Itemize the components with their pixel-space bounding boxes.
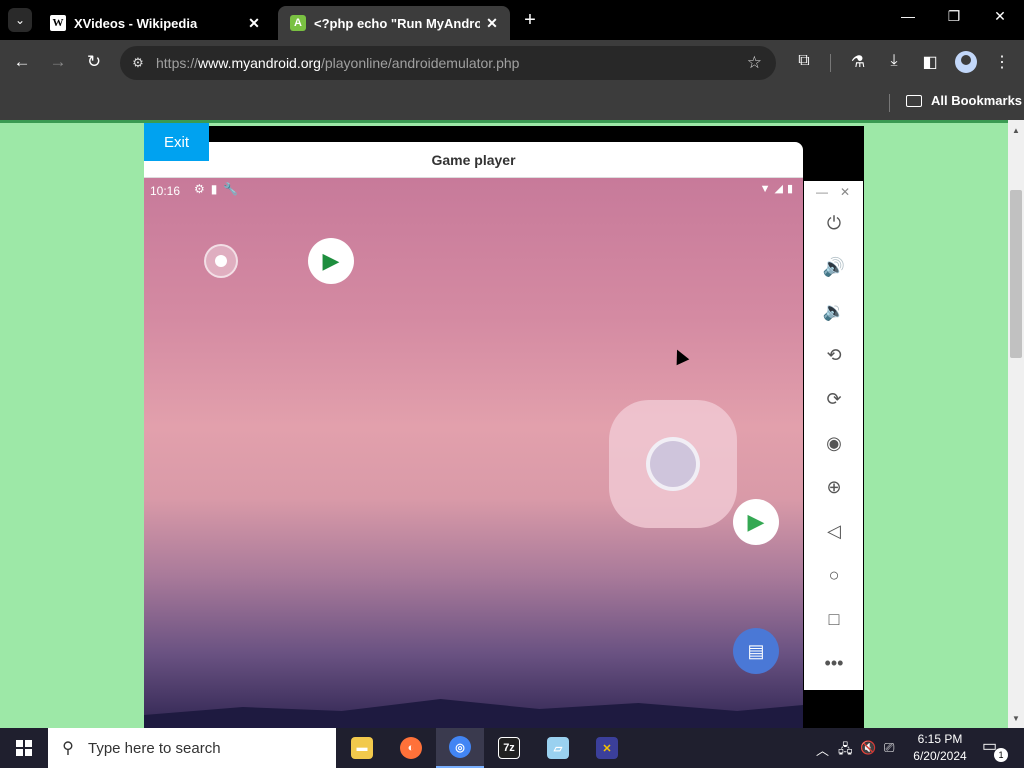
wifi-signal-battery-icon: ▼◢▮ <box>759 183 797 195</box>
side-panel-icon[interactable]: ◧ <box>918 52 942 72</box>
android-screen[interactable]: 10:16 ⚙▮🔧 ▼◢▮ ▶ ▶ ▤ <box>144 178 803 731</box>
labs-flask-icon[interactable]: ⚗ <box>846 52 870 72</box>
site-info-icon[interactable]: ⚙ <box>120 55 156 71</box>
messages-app-icon[interactable]: ▤ <box>733 628 779 674</box>
all-bookmarks-label: All Bookmarks <box>931 93 1023 108</box>
android-status-bar: 10:16 ⚙▮🔧 ▼◢▮ <box>144 178 803 202</box>
status-icons: ⚙▮🔧 <box>194 182 245 196</box>
game-player-title: Game player <box>144 142 803 178</box>
notification-center-icon[interactable]: ▭ 1 <box>982 736 1008 762</box>
scroll-down-icon[interactable]: ▼ <box>1008 710 1024 726</box>
new-tab-icon[interactable]: + <box>518 9 542 32</box>
firefox-app[interactable]: ◐ <box>387 728 435 768</box>
show-hidden-icons-icon[interactable]: ︿ <box>816 740 829 759</box>
notepad-icon: ▱ <box>547 737 569 759</box>
minimize-icon[interactable]: — <box>888 8 928 24</box>
tab-run-myandroid[interactable]: A <?php echo "Run MyAndroid" ✕ <box>278 6 510 40</box>
chrome-taskbar-app[interactable]: ◎ <box>436 728 484 768</box>
camera-icon[interactable]: ◉ <box>819 428 849 458</box>
controls-close-icon[interactable]: ✕ <box>840 185 850 199</box>
rotate-right-icon[interactable]: ⟳ <box>819 384 849 414</box>
taskbar-clock[interactable]: 6:15 PM 6/20/2024 <box>905 731 975 765</box>
clock-time: 6:15 PM <box>917 732 963 746</box>
wallpaper-hills <box>144 699 803 731</box>
back-icon[interactable]: ◁ <box>819 516 849 546</box>
all-bookmarks-button[interactable]: All Bookmarks <box>906 93 1022 108</box>
address-bar[interactable]: ⚙ https://www.myandroid.org/playonline/a… <box>120 46 776 80</box>
bookmark-star-icon[interactable]: ☆ <box>747 53 762 73</box>
page-scrollbar[interactable]: ▲ ▼ <box>1008 120 1024 728</box>
page-content: Game player 10:16 ⚙▮🔧 ▼◢▮ ▶ ▶ ▤ Exit — ✕… <box>0 120 1008 731</box>
tab-close-icon[interactable]: ✕ <box>480 15 504 32</box>
scroll-up-icon[interactable]: ▲ <box>1008 122 1024 138</box>
display-icon[interactable]: ⎚ <box>884 740 894 756</box>
notification-badge: 1 <box>994 748 1008 762</box>
android-clock: 10:16 <box>150 184 181 198</box>
tab-close-icon[interactable]: ✕ <box>242 15 266 32</box>
tab-search-button[interactable]: ⌄ <box>8 8 32 32</box>
menu-kebab-icon[interactable]: ⋮ <box>990 52 1014 72</box>
bookmarks-bar: All Bookmarks <box>0 86 1024 120</box>
home-icon[interactable]: ○ <box>819 560 849 590</box>
restore-icon[interactable]: ❐ <box>934 8 974 25</box>
camera-app-icon[interactable] <box>204 244 238 278</box>
power-icon[interactable]: ⏻ <box>819 208 849 238</box>
download-icon[interactable]: ⤓ <box>882 52 906 70</box>
7zip-app[interactable]: 7z <box>485 728 533 768</box>
tab-title: <?php echo "Run MyAndroid" <box>314 15 480 31</box>
play-store-app-icon[interactable]: ▶ <box>733 499 779 545</box>
browser-toolbar: ← → ↻ ⚙ https://www.myandroid.org/playon… <box>0 40 1024 86</box>
reload-icon[interactable]: ↻ <box>82 52 106 72</box>
tab-title: XVideos - Wikipedia <box>74 15 198 31</box>
volume-up-icon[interactable]: 🔊 <box>819 252 849 282</box>
clock-date: 6/20/2024 <box>913 749 967 763</box>
volume-down-icon[interactable]: 🔉 <box>819 296 849 326</box>
close-window-icon[interactable]: ✕ <box>980 8 1020 25</box>
chrome-icon: ◎ <box>449 736 471 758</box>
zoom-icon[interactable]: ⊕ <box>819 472 849 502</box>
scroll-thumb[interactable] <box>1010 190 1022 358</box>
xampp-app[interactable]: ✕ <box>583 728 631 768</box>
taskbar-search[interactable]: ⚲ Type here to search <box>48 728 336 768</box>
folder-icon <box>906 94 922 107</box>
volume-muted-icon[interactable]: 🔇 <box>860 740 876 756</box>
tab-xvideos-wikipedia[interactable]: W XVideos - Wikipedia ✕ <box>38 6 272 40</box>
url-text: https://www.myandroid.org/playonline/and… <box>156 55 520 71</box>
bookmarks-divider <box>889 94 890 112</box>
start-button[interactable] <box>0 728 48 768</box>
android-favicon-icon: A <box>290 15 306 31</box>
more-icon[interactable]: ••• <box>819 648 849 678</box>
rotate-left-icon[interactable]: ⟲ <box>819 340 849 370</box>
chrome-app-icon[interactable] <box>609 400 737 528</box>
wikipedia-favicon-icon: W <box>50 15 66 31</box>
back-arrow-icon[interactable]: ← <box>10 52 34 72</box>
profile-avatar-icon[interactable] <box>955 51 977 73</box>
emulator-controls: — ✕ ⏻ 🔊 🔉 ⟲ ⟳ ◉ ⊕ ◁ ○ □ ••• <box>804 181 863 690</box>
play-games-app-icon[interactable]: ▶ <box>308 238 354 284</box>
search-icon: ⚲ <box>62 740 74 757</box>
file-explorer-app[interactable]: ▬ <box>338 728 386 768</box>
screen: ⌄ W XVideos - Wikipedia ✕ A <?php echo "… <box>0 0 1024 768</box>
extensions-icon[interactable]: ⧉ <box>792 52 816 70</box>
windows-taskbar: ⚲ Type here to search ▬ ◐ ◎ 7z ▱ ✕ ︿ 🖧 🔇… <box>0 728 1024 768</box>
controls-header: — ✕ <box>804 185 863 201</box>
forward-arrow-icon[interactable]: → <box>46 52 70 72</box>
tab-strip: ⌄ W XVideos - Wikipedia ✕ A <?php echo "… <box>0 0 1024 40</box>
firefox-icon: ◐ <box>400 737 422 759</box>
xampp-icon: ✕ <box>596 737 618 759</box>
network-icon[interactable]: 🖧 <box>838 740 853 762</box>
windows-logo-icon <box>16 740 32 756</box>
folder-app-icon: ▬ <box>351 737 373 759</box>
search-placeholder: Type here to search <box>88 739 221 757</box>
7zip-icon: 7z <box>498 737 520 759</box>
overview-icon[interactable]: □ <box>819 604 849 634</box>
notepad-app[interactable]: ▱ <box>534 728 582 768</box>
toolbar-divider <box>830 54 831 72</box>
exit-button[interactable]: Exit <box>144 123 209 161</box>
controls-minimize-icon[interactable]: — <box>816 185 828 199</box>
